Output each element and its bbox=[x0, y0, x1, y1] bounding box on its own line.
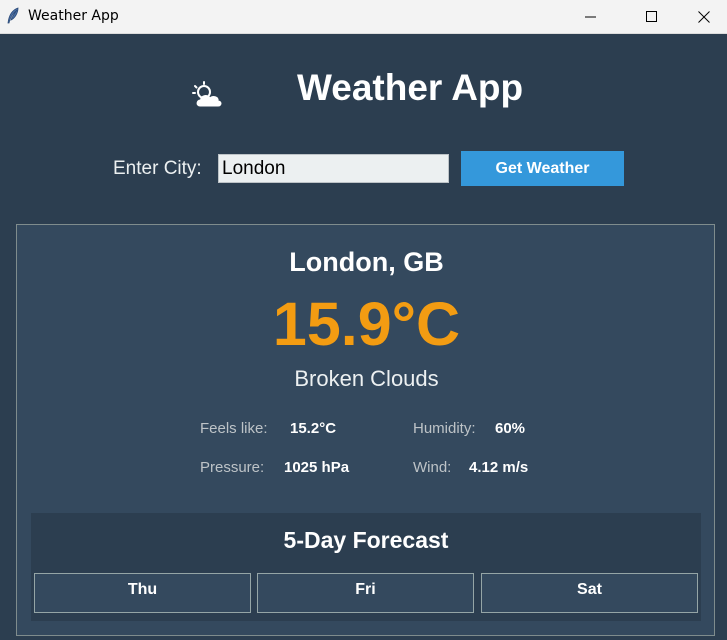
forecast-day-name: Sat bbox=[577, 581, 602, 598]
get-weather-button[interactable]: Get Weather bbox=[461, 151, 624, 186]
pressure-value: 1025 hPa bbox=[284, 459, 350, 476]
close-button[interactable] bbox=[681, 0, 727, 34]
minimize-icon bbox=[585, 16, 596, 18]
window-titlebar: Weather App bbox=[0, 0, 727, 34]
cloud-sun-icon bbox=[191, 81, 227, 111]
forecast-title: 5-Day Forecast bbox=[283, 527, 449, 553]
feather-icon bbox=[6, 7, 20, 25]
wind-label: Wind: bbox=[413, 459, 452, 476]
app-title: Weather App bbox=[297, 67, 524, 108]
wind-value: 4.12 m/s bbox=[469, 459, 529, 476]
forecast-day-card: Thu bbox=[34, 573, 251, 613]
city-label: Enter City: bbox=[113, 158, 202, 179]
pressure-label: Pressure: bbox=[200, 459, 265, 476]
location-name: London, GB bbox=[289, 247, 444, 277]
forecast-section: 5-Day Forecast Thu Fri Sat bbox=[31, 513, 701, 621]
feels-like-label: Feels like: bbox=[200, 420, 268, 437]
feels-like-value: 15.2°C bbox=[290, 420, 337, 437]
weather-description: Broken Clouds bbox=[294, 366, 439, 391]
maximize-icon bbox=[646, 11, 657, 22]
window-title: Weather App bbox=[28, 8, 119, 24]
humidity-label: Humidity: bbox=[413, 420, 476, 437]
city-input[interactable] bbox=[218, 154, 449, 183]
close-icon bbox=[698, 11, 710, 23]
forecast-day-name: Thu bbox=[127, 581, 158, 598]
weather-card: London, GB 15.9°C Broken Clouds Feels li… bbox=[16, 224, 715, 636]
forecast-day-card: Sat bbox=[481, 573, 698, 613]
minimize-button[interactable] bbox=[568, 0, 614, 34]
current-temperature: 15.9°C bbox=[272, 290, 461, 358]
forecast-day-card: Fri bbox=[257, 573, 474, 613]
humidity-value: 60% bbox=[495, 420, 526, 437]
maximize-button[interactable] bbox=[630, 0, 676, 34]
forecast-day-name: Fri bbox=[355, 581, 376, 598]
main-panel: Weather App Enter City: Get Weather Lond… bbox=[0, 34, 727, 640]
